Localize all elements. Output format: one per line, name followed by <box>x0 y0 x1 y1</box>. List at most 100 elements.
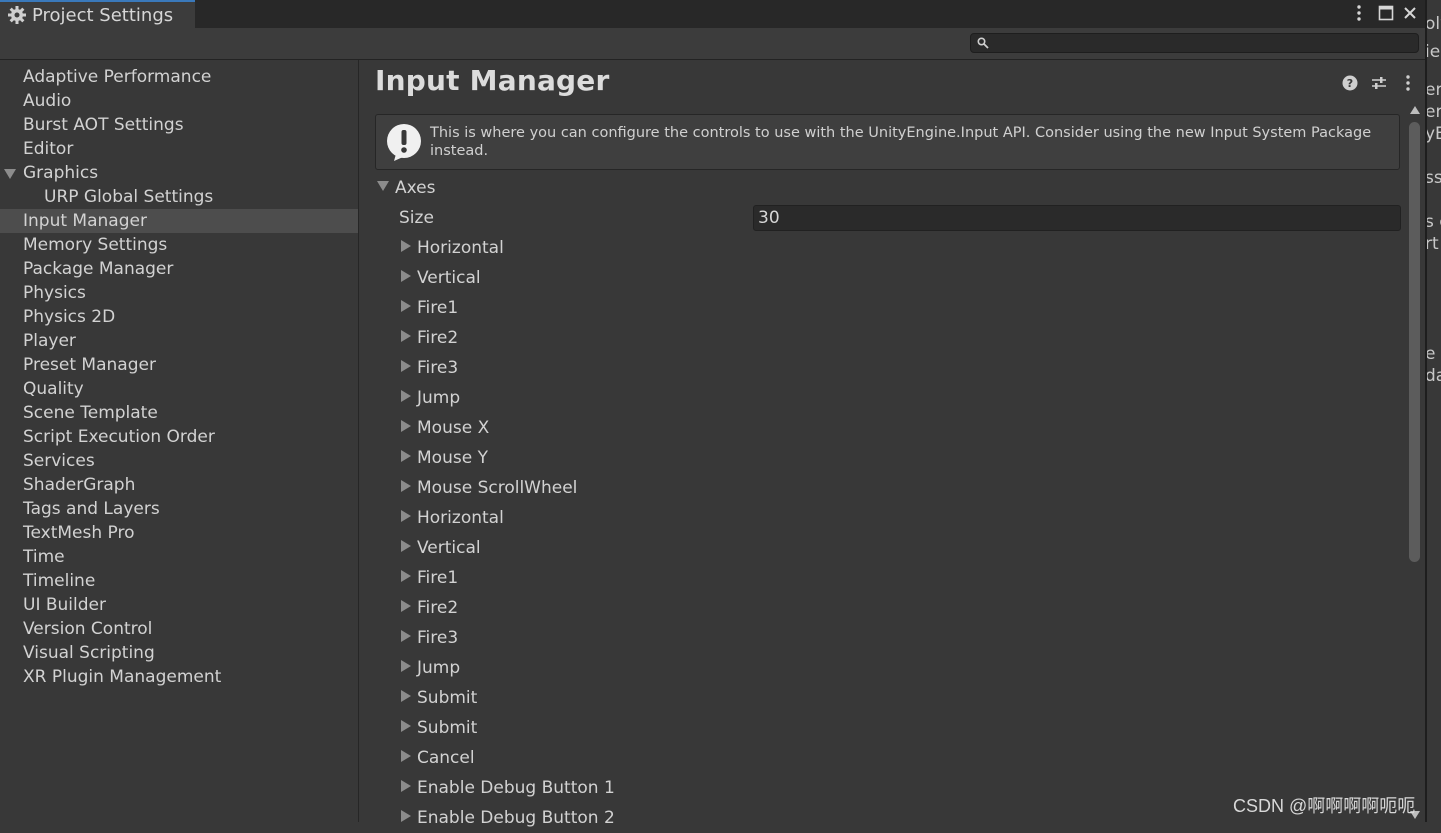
foldout-collapsed-icon <box>401 690 411 702</box>
axis-foldout[interactable]: Horizontal <box>401 233 504 263</box>
sidebar-item-label: Scene Template <box>23 403 158 423</box>
sidebar-item[interactable]: Memory Settings <box>0 233 358 257</box>
axis-foldout[interactable]: Submit <box>401 713 477 743</box>
sidebar-item[interactable]: Physics 2D <box>0 305 358 329</box>
presets-button[interactable] <box>1370 74 1388 92</box>
project-settings-tab[interactable]: Project Settings <box>0 0 195 28</box>
sidebar-item[interactable]: Services <box>0 449 358 473</box>
sidebar-item-label: Tags and Layers <box>23 499 160 519</box>
axis-foldout[interactable]: Vertical <box>401 533 481 563</box>
sidebar-item[interactable]: Graphics <box>0 161 358 185</box>
foldout-collapsed-icon <box>401 810 411 822</box>
foldout-expanded-icon[interactable] <box>4 169 16 179</box>
search-input[interactable] <box>993 34 1413 52</box>
settings-sidebar: Adaptive Performance Audio Burst AOT Setti… <box>0 60 359 822</box>
size-label: Size <box>399 208 434 228</box>
background-window-edge: olyieereryEsss crteda <box>1425 0 1441 822</box>
watermark: CSDN @啊啊啊啊呃呃 <box>1233 796 1416 816</box>
foldout-collapsed-icon <box>401 360 411 372</box>
content-menu-button[interactable] <box>1399 74 1417 92</box>
axis-foldout[interactable]: Fire3 <box>401 623 458 653</box>
foldout-collapsed-icon <box>401 660 411 672</box>
axis-foldout[interactable]: Jump <box>401 383 460 413</box>
background-text-fragment: e <box>1425 344 1436 364</box>
sidebar-item[interactable]: URP Global Settings <box>0 185 358 209</box>
axis-foldout[interactable]: Mouse Y <box>401 443 488 473</box>
sidebar-item[interactable]: Preset Manager <box>0 353 358 377</box>
axis-foldout[interactable]: Fire2 <box>401 593 458 623</box>
maximize-icon <box>1378 5 1394 21</box>
axis-foldout[interactable]: Cancel <box>401 743 475 773</box>
background-text-fragment: er <box>1425 102 1441 122</box>
sidebar-item-label: Physics 2D <box>23 307 116 327</box>
sidebar-item[interactable]: UI Builder <box>0 593 358 617</box>
more-vertical-icon <box>1406 75 1410 91</box>
gear-icon <box>8 6 26 24</box>
foldout-expanded-icon <box>377 181 389 191</box>
axis-foldout[interactable]: Enable Debug Button 2 <box>401 803 615 833</box>
background-text-fragment: er <box>1425 80 1441 100</box>
sidebar-item-label: Services <box>23 451 95 471</box>
sidebar-item[interactable]: Player <box>0 329 358 353</box>
scrollbar-thumb[interactable] <box>1409 122 1420 562</box>
sidebar-item[interactable]: Audio <box>0 89 358 113</box>
sidebar-item[interactable]: ShaderGraph <box>0 473 358 497</box>
tab-title: Project Settings <box>32 4 174 26</box>
axis-label: Fire3 <box>417 628 459 648</box>
axis-foldout[interactable]: Vertical <box>401 263 481 293</box>
sidebar-item[interactable]: Physics <box>0 281 358 305</box>
foldout-collapsed-icon <box>401 450 411 462</box>
sidebar-item[interactable]: Burst AOT Settings <box>0 113 358 137</box>
sidebar-item[interactable]: Tags and Layers <box>0 497 358 521</box>
sidebar-item[interactable]: Input Manager <box>0 209 358 233</box>
sidebar-item-label: Time <box>23 547 65 567</box>
sidebar-item[interactable]: Scene Template <box>0 401 358 425</box>
sidebar-item[interactable]: Adaptive Performance <box>0 65 358 89</box>
sidebar-item[interactable]: Timeline <box>0 569 358 593</box>
sidebar-item[interactable]: TextMesh Pro <box>0 521 358 545</box>
more-vertical-icon <box>1357 5 1361 21</box>
help-message: This is where you can configure the cont… <box>430 125 1372 159</box>
axis-foldout[interactable]: Mouse X <box>401 413 489 443</box>
axis-foldout[interactable]: Fire1 <box>401 293 458 323</box>
sidebar-item-label: Script Execution Order <box>23 427 215 447</box>
axis-foldout[interactable]: Fire1 <box>401 563 458 593</box>
sidebar-item[interactable]: Script Execution Order <box>0 425 358 449</box>
axis-label: Fire3 <box>417 358 459 378</box>
background-text-fragment: da <box>1425 366 1441 386</box>
search-box[interactable] <box>970 33 1419 53</box>
window-menu-button[interactable] <box>1350 2 1368 24</box>
vertical-scrollbar[interactable] <box>1406 104 1424 822</box>
sidebar-item[interactable]: Package Manager <box>0 257 358 281</box>
axis-label: Fire2 <box>417 328 459 348</box>
axis-foldout[interactable]: Horizontal <box>401 503 504 533</box>
axis-foldout[interactable]: Jump <box>401 653 460 683</box>
axis-label: Fire1 <box>417 568 459 588</box>
sidebar-item-label: Audio <box>23 91 72 111</box>
sidebar-item-label: Graphics <box>23 163 99 183</box>
sidebar-item-label: Package Manager <box>23 259 174 279</box>
sidebar-item[interactable]: Version Control <box>0 617 358 641</box>
sidebar-item-label: Editor <box>23 139 74 159</box>
axis-foldout[interactable]: Fire3 <box>401 353 458 383</box>
sidebar-item-label: Timeline <box>23 571 96 591</box>
sidebar-item-label: XR Plugin Management <box>23 667 222 687</box>
sidebar-item-label: Quality <box>23 379 84 399</box>
sidebar-item-label: Memory Settings <box>23 235 168 255</box>
sidebar-item[interactable]: XR Plugin Management <box>0 665 358 689</box>
size-field[interactable] <box>753 205 1401 231</box>
axis-foldout[interactable]: Fire2 <box>401 323 458 353</box>
axis-foldout[interactable]: Mouse ScrollWheel <box>401 473 577 503</box>
axis-foldout[interactable]: Enable Debug Button 1 <box>401 773 615 803</box>
scroll-up-icon[interactable] <box>1410 106 1420 114</box>
help-button[interactable]: ? <box>1341 74 1359 92</box>
background-text-fragment: rt <box>1425 234 1439 254</box>
axes-foldout[interactable]: Axes <box>377 173 435 203</box>
sidebar-item[interactable]: Editor <box>0 137 358 161</box>
sidebar-item[interactable]: Visual Scripting <box>0 641 358 665</box>
maximize-button[interactable] <box>1376 2 1396 24</box>
axis-foldout[interactable]: Submit <box>401 683 477 713</box>
sidebar-item[interactable]: Time <box>0 545 358 569</box>
sidebar-item[interactable]: Quality <box>0 377 358 401</box>
close-button[interactable] <box>1400 2 1420 24</box>
